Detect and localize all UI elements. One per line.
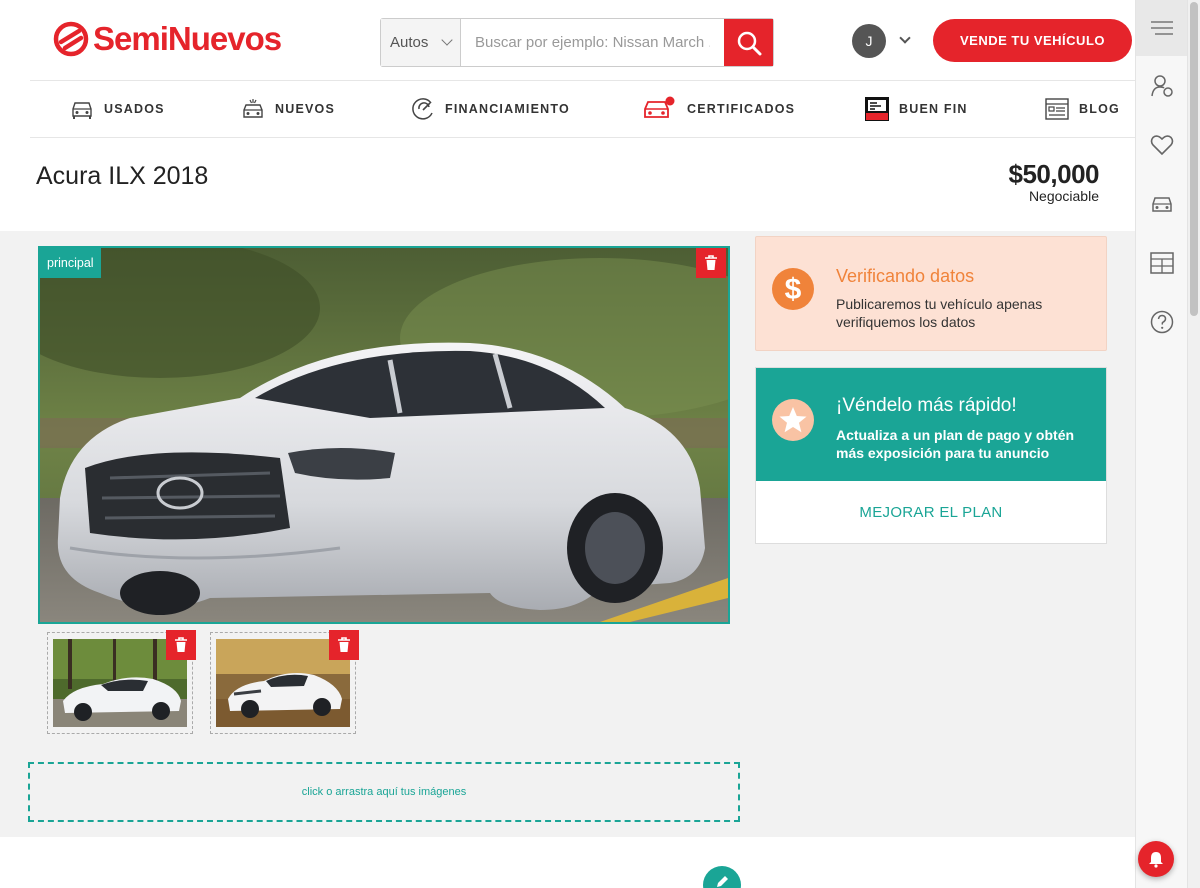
bell-icon — [1149, 852, 1163, 868]
pencil-icon — [717, 876, 728, 887]
user-avatar[interactable]: J — [852, 24, 886, 58]
listing-title-row: Acura ILX 2018 $50,000 Negociable — [0, 138, 1135, 231]
search-input[interactable] — [461, 19, 724, 66]
search-button[interactable] — [724, 19, 773, 66]
nav-item-label: NUEVOS — [275, 102, 335, 116]
trash-icon — [338, 637, 350, 652]
search-icon — [737, 31, 761, 55]
svg-text:$: $ — [785, 273, 802, 306]
logo-mark-icon — [53, 21, 89, 57]
notification-bell-button[interactable] — [1138, 841, 1174, 877]
chevron-down-icon — [441, 34, 453, 46]
nav-item-buen-fin[interactable]: BUEN FIN — [865, 81, 968, 137]
vehicle-price: $50,000 — [1008, 159, 1100, 189]
search-category-value: Autos — [390, 34, 429, 51]
rail-favorites-button[interactable] — [1136, 119, 1188, 171]
nav-item-label: BLOG — [1079, 102, 1120, 116]
delete-photo-button[interactable] — [166, 630, 196, 660]
blog-icon — [1045, 98, 1069, 120]
user-menu-chevron-icon[interactable] — [899, 32, 911, 44]
sell-vehicle-button[interactable]: VENDE TU VEHÍCULO — [933, 19, 1132, 62]
nav-item-label: BUEN FIN — [899, 102, 968, 116]
dollar-icon: $ — [772, 268, 814, 310]
rail-menu-button[interactable] — [1136, 0, 1188, 56]
financing-icon — [412, 98, 433, 120]
page-scrollbar[interactable] — [1187, 0, 1200, 888]
new-car-icon — [243, 99, 263, 118]
photo-thumbnail[interactable] — [47, 630, 196, 734]
car-icon — [1152, 197, 1172, 212]
main-nav: USADOS NUEVOS FINANCIAMIENTO CERTIFICADO… — [30, 80, 1135, 138]
nav-item-nuevos[interactable]: NUEVOS — [241, 81, 335, 137]
listing-editor: principal click o arrastra aquí tus imág… — [0, 231, 1135, 837]
main-photo[interactable]: principal — [38, 246, 730, 624]
verifying-title: Verificando datos — [836, 266, 975, 286]
rail-help-button[interactable] — [1136, 296, 1188, 348]
semi-nuevos-logo[interactable]: SemiNuevos — [53, 20, 282, 58]
nav-item-label: CERTIFICADOS — [687, 102, 796, 116]
upgrade-plan-text: Actualiza a un plan de pago y obtén más … — [836, 427, 1075, 461]
rail-dashboard-button[interactable] — [1136, 237, 1188, 289]
nav-item-usados[interactable]: USADOS — [70, 81, 165, 137]
nav-item-blog[interactable]: BLOG — [1045, 81, 1120, 137]
heart-icon — [1150, 135, 1174, 156]
price-negotiable-label: Negociable — [1028, 188, 1099, 204]
nav-item-certificados[interactable]: CERTIFICADOS — [643, 81, 795, 137]
buen-fin-icon — [865, 97, 889, 121]
nav-item-label: FINANCIAMIENTO — [445, 102, 570, 116]
principal-badge: principal — [40, 248, 101, 278]
upgrade-plan-title: ¡Véndelo más rápido! — [836, 395, 1017, 416]
main-car-photo — [40, 248, 728, 622]
trash-icon — [705, 255, 717, 270]
upgrade-plan-card: ¡Véndelo más rápido! Actualiza a un plan… — [755, 367, 1107, 544]
menu-icon — [1151, 21, 1173, 35]
delete-photo-button[interactable] — [329, 630, 359, 660]
delete-main-photo-button[interactable] — [696, 248, 726, 278]
header: SemiNuevos Autos J VENDE TU VEHÍCULO — [0, 0, 1135, 80]
star-icon — [772, 399, 814, 441]
photo-thumbnail[interactable] — [210, 630, 359, 734]
nav-item-financiamiento[interactable]: FINANCIAMIENTO — [411, 81, 570, 137]
search-bar: Autos — [380, 18, 774, 67]
certified-car-icon — [644, 96, 675, 118]
dashboard-icon — [1150, 252, 1174, 274]
rail-vehicles-button[interactable] — [1136, 178, 1188, 230]
trash-icon — [175, 637, 187, 652]
user-settings-icon — [1151, 75, 1173, 97]
car-icon — [72, 102, 92, 119]
verifying-text: Publicaremos tu vehículo apenas verifiqu… — [836, 296, 1043, 330]
logo-text: SemiNuevos — [93, 20, 282, 57]
upgrade-plan-banner: ¡Véndelo más rápido! Actualiza a un plan… — [756, 368, 1106, 481]
verifying-card: $ Verificando datos Publicaremos tu vehí… — [755, 236, 1107, 351]
image-dropzone[interactable]: click o arrastra aquí tus imágenes — [28, 762, 740, 822]
scrollbar-thumb[interactable] — [1190, 2, 1198, 316]
rail-account-button[interactable] — [1136, 60, 1188, 112]
bottom-section — [0, 837, 1135, 888]
vehicle-title: Acura ILX 2018 — [36, 162, 209, 190]
help-icon — [1150, 310, 1174, 334]
improve-plan-link[interactable]: MEJORAR EL PLAN — [756, 481, 1106, 543]
nav-item-label: USADOS — [104, 102, 165, 116]
right-rail — [1135, 0, 1188, 888]
search-category-select[interactable]: Autos — [381, 19, 461, 66]
